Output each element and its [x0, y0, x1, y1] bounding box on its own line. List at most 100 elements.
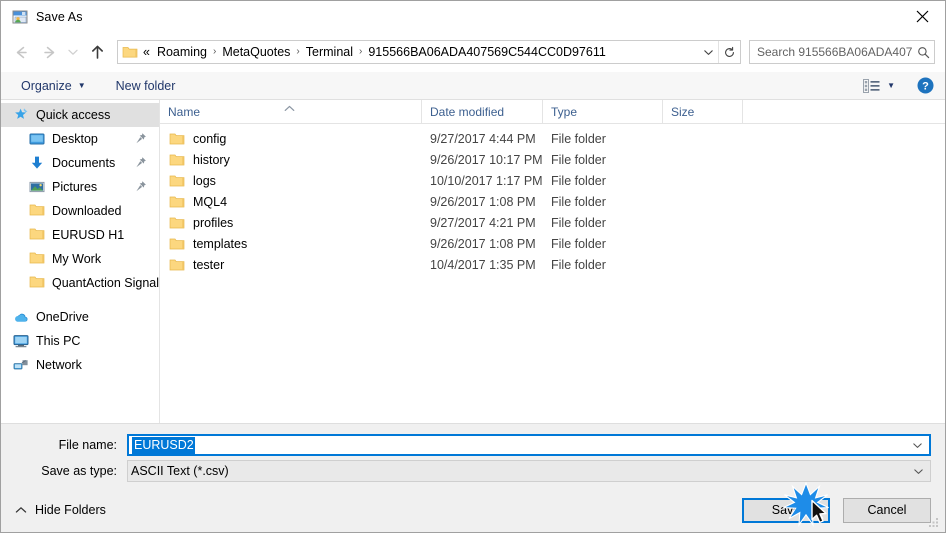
- sidebar-item-quick-access[interactable]: Quick access: [1, 103, 159, 127]
- sidebar-item-downloaded[interactable]: Downloaded: [1, 199, 159, 223]
- file-name-label: tester: [193, 257, 225, 272]
- hide-folders-label: Hide Folders: [35, 503, 106, 517]
- column-header-date-modified[interactable]: Date modified: [422, 100, 543, 123]
- dialog-footer: Hide Folders Save Cancel: [1, 488, 945, 532]
- sidebar-item-label: EURUSD H1: [52, 228, 125, 242]
- filetype-label: Save as type:: [41, 464, 117, 478]
- close-icon: [916, 10, 928, 23]
- forward-button[interactable]: [35, 38, 63, 66]
- file-name-label: history: [193, 152, 230, 167]
- table-row[interactable]: logs 10/10/2017 1:17 PM File folder: [160, 170, 945, 191]
- column-header-size[interactable]: Size: [663, 100, 743, 123]
- sidebar-item-onedrive[interactable]: OneDrive: [1, 305, 159, 329]
- sidebar-item-label: Quick access: [36, 108, 111, 122]
- up-button[interactable]: [83, 38, 111, 66]
- sidebar-item-documents[interactable]: Documents: [1, 151, 159, 175]
- sidebar-item-label: OneDrive: [36, 310, 89, 324]
- sidebar-item-label: Documents: [52, 156, 116, 170]
- file-type-cell: File folder: [551, 173, 606, 188]
- sidebar-item-my-work[interactable]: My Work: [1, 247, 159, 271]
- file-name-cell: history: [160, 153, 422, 167]
- close-button[interactable]: [899, 1, 945, 32]
- filetype-select[interactable]: ASCII Text (*.csv): [127, 460, 931, 482]
- sidebar-item-desktop[interactable]: Desktop: [1, 127, 159, 151]
- folder-icon: [169, 174, 185, 188]
- new-folder-button[interactable]: New folder: [108, 75, 184, 97]
- file-date-cell: 9/26/2017 1:08 PM: [430, 236, 536, 251]
- table-row[interactable]: templates 9/26/2017 1:08 PM File folder: [160, 233, 945, 254]
- view-options-button[interactable]: ▼: [857, 75, 901, 97]
- column-header-label: Name: [168, 104, 201, 119]
- sidebar-item-this-pc[interactable]: This PC: [1, 329, 159, 353]
- file-name-cell: tester: [160, 258, 422, 272]
- pin-icon[interactable]: [135, 156, 147, 169]
- breadcrumb-item-terminal-id[interactable]: 915566BA06ADA407569C544CC0D97611: [363, 41, 610, 63]
- breadcrumb-overflow[interactable]: «: [140, 41, 152, 63]
- resize-grip-icon[interactable]: [929, 517, 940, 528]
- filetype-dropdown-button[interactable]: [906, 466, 930, 477]
- save-as-icon: [12, 9, 28, 25]
- recent-locations-button[interactable]: [63, 38, 83, 66]
- column-header-type[interactable]: Type: [543, 100, 663, 123]
- breadcrumb-item-terminal[interactable]: Terminal: [301, 41, 358, 63]
- table-row[interactable]: MQL4 9/26/2017 1:08 PM File folder: [160, 191, 945, 212]
- star-pin-icon: [13, 107, 29, 123]
- sidebar-item-label: This PC: [36, 334, 81, 348]
- cancel-label: Cancel: [867, 503, 907, 517]
- column-header-label: Size: [671, 104, 695, 119]
- refresh-icon: [725, 46, 734, 57]
- search-input[interactable]: Search 915566BA06ADA40756...: [750, 45, 912, 59]
- arrow-up-icon: [91, 45, 103, 59]
- sidebar-item-eurusd-h1[interactable]: EURUSD H1: [1, 223, 159, 247]
- save-form: File name: EURUSD2 Save as type: ASCII T…: [1, 424, 945, 488]
- filename-input[interactable]: EURUSD2: [127, 434, 931, 456]
- help-button[interactable]: ?: [917, 77, 934, 94]
- address-bar[interactable]: « Roaming › MetaQuotes › Terminal › 9155…: [117, 40, 741, 64]
- file-name-label: MQL4: [193, 194, 228, 209]
- arrow-left-icon: [16, 46, 27, 58]
- file-date-cell: 9/27/2017 4:44 PM: [430, 131, 536, 146]
- sort-ascending-icon: [284, 101, 295, 111]
- documents-icon: [29, 155, 45, 171]
- title-bar: Save As: [1, 1, 945, 32]
- table-row[interactable]: history 9/26/2017 10:17 PM File folder: [160, 149, 945, 170]
- folder-icon: [169, 153, 185, 167]
- sidebar-item-label: QuantAction Signal: [52, 276, 159, 290]
- breadcrumb-item-roaming[interactable]: Roaming: [152, 41, 212, 63]
- save-button[interactable]: Save: [742, 497, 830, 523]
- sidebar-item-label: Downloaded: [52, 204, 122, 218]
- column-header-filler: [743, 100, 945, 123]
- file-date-cell: 10/4/2017 1:35 PM: [430, 257, 536, 272]
- table-row[interactable]: tester 10/4/2017 1:35 PM File folder: [160, 254, 945, 275]
- filetype-value: ASCII Text (*.csv): [131, 464, 229, 478]
- search-box[interactable]: Search 915566BA06ADA40756...: [749, 40, 935, 64]
- chevron-down-icon: ▼: [887, 81, 895, 90]
- thispc-icon: [13, 333, 29, 349]
- sidebar-item-quantaction-signal[interactable]: QuantAction Signal: [1, 271, 159, 295]
- chevron-down-icon: [912, 442, 922, 448]
- cancel-button[interactable]: Cancel: [843, 497, 931, 523]
- table-row[interactable]: config 9/27/2017 4:44 PM File folder: [160, 128, 945, 149]
- chevron-down-icon: [703, 49, 713, 55]
- pin-icon[interactable]: [135, 132, 147, 145]
- breadcrumb-item-metaquotes[interactable]: MetaQuotes: [217, 41, 295, 63]
- filename-dropdown-button[interactable]: [905, 440, 929, 451]
- file-rows: config 9/27/2017 4:44 PM File folder his…: [160, 124, 945, 423]
- folder-icon: [169, 258, 185, 272]
- chevron-down-icon: [913, 468, 923, 474]
- sidebar-item-network[interactable]: Network: [1, 353, 159, 377]
- command-bar: Organize ▼ New folder ▼ ?: [1, 72, 945, 100]
- refresh-button[interactable]: [718, 41, 740, 63]
- hide-folders-button[interactable]: Hide Folders: [15, 503, 106, 517]
- organize-button[interactable]: Organize ▼: [13, 75, 94, 97]
- window-title: Save As: [36, 9, 83, 24]
- folder-icon: [169, 216, 185, 230]
- back-button[interactable]: [7, 38, 35, 66]
- sidebar-item-pictures[interactable]: Pictures: [1, 175, 159, 199]
- column-header-name[interactable]: Name: [160, 100, 422, 123]
- pictures-icon: [29, 179, 45, 195]
- address-dropdown-button[interactable]: [698, 41, 718, 63]
- pin-icon[interactable]: [135, 180, 147, 193]
- table-row[interactable]: profiles 9/27/2017 4:21 PM File folder: [160, 212, 945, 233]
- sidebar-item-label: Pictures: [52, 180, 98, 194]
